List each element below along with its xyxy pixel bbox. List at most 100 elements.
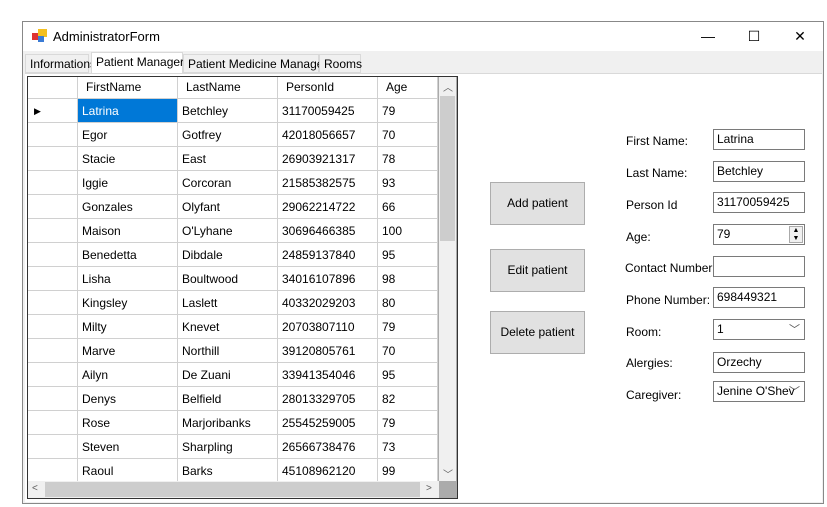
- caregiver-select[interactable]: Jenine O'Shev ﹀: [713, 381, 805, 402]
- table-cell[interactable]: 93: [378, 171, 438, 195]
- delete-patient-button[interactable]: Delete patient: [490, 311, 585, 354]
- table-row[interactable]: Milty Knevet 20703807110 79: [28, 315, 438, 339]
- table-cell[interactable]: 26903921317: [278, 147, 378, 171]
- table-cell[interactable]: 33941354046: [278, 363, 378, 387]
- add-patient-button[interactable]: Add patient: [490, 182, 585, 225]
- scroll-up-icon[interactable]: ︿: [443, 79, 453, 94]
- table-cell[interactable]: 29062214722: [278, 195, 378, 219]
- table-row[interactable]: Kingsley Laslett 40332029203 80: [28, 291, 438, 315]
- vertical-scrollbar[interactable]: ︿ ﹀: [439, 77, 456, 481]
- table-cell[interactable]: Gonzales: [78, 195, 178, 219]
- table-row[interactable]: ▶ Latrina Betchley 31170059425 79: [28, 99, 438, 123]
- column-header-age[interactable]: Age: [378, 77, 438, 99]
- column-header-firstname[interactable]: FirstName: [78, 77, 178, 99]
- table-row[interactable]: Rose Marjoribanks 25545259005 79: [28, 411, 438, 435]
- table-cell[interactable]: 28013329705: [278, 387, 378, 411]
- contact-number-input[interactable]: [713, 256, 805, 277]
- table-cell[interactable]: 100: [378, 219, 438, 243]
- row-header[interactable]: [28, 363, 78, 387]
- table-cell[interactable]: 45108962120: [278, 459, 378, 483]
- table-cell[interactable]: Steven: [78, 435, 178, 459]
- minimize-button[interactable]: —: [685, 22, 731, 51]
- table-cell[interactable]: East: [178, 147, 278, 171]
- table-cell[interactable]: 70: [378, 123, 438, 147]
- table-cell[interactable]: Benedetta: [78, 243, 178, 267]
- chevron-down-icon[interactable]: ﹀: [789, 383, 800, 399]
- table-row[interactable]: Stacie East 26903921317 78: [28, 147, 438, 171]
- maximize-button[interactable]: ☐: [731, 22, 777, 51]
- table-cell[interactable]: 34016107896: [278, 267, 378, 291]
- table-cell[interactable]: Knevet: [178, 315, 278, 339]
- table-cell[interactable]: 26566738476: [278, 435, 378, 459]
- row-header[interactable]: [28, 339, 78, 363]
- close-button[interactable]: ✕: [777, 22, 823, 51]
- room-select[interactable]: 1 ﹀: [713, 319, 805, 340]
- table-cell[interactable]: 78: [378, 147, 438, 171]
- row-header[interactable]: [28, 411, 78, 435]
- table-row[interactable]: Marve Northill 39120805761 70: [28, 339, 438, 363]
- table-cell[interactable]: 66: [378, 195, 438, 219]
- scroll-down-icon[interactable]: ﹀: [443, 466, 453, 481]
- row-header[interactable]: [28, 387, 78, 411]
- table-row[interactable]: Raoul Barks 45108962120 99: [28, 459, 438, 483]
- row-header[interactable]: [28, 435, 78, 459]
- table-cell[interactable]: Northill: [178, 339, 278, 363]
- table-cell[interactable]: De Zuani: [178, 363, 278, 387]
- tab-patient-medicine-manager[interactable]: Patient Medicine Manager: [183, 54, 327, 73]
- table-cell[interactable]: 31170059425: [278, 99, 378, 123]
- scroll-left-icon[interactable]: <: [32, 483, 38, 494]
- row-header[interactable]: [28, 195, 78, 219]
- table-row[interactable]: Gonzales Olyfant 29062214722 66: [28, 195, 438, 219]
- table-cell[interactable]: Laslett: [178, 291, 278, 315]
- table-cell[interactable]: Denys: [78, 387, 178, 411]
- table-cell[interactable]: Boultwood: [178, 267, 278, 291]
- row-header[interactable]: [28, 267, 78, 291]
- table-cell[interactable]: 95: [378, 363, 438, 387]
- row-header[interactable]: [28, 243, 78, 267]
- table-cell[interactable]: Belfield: [178, 387, 278, 411]
- table-cell[interactable]: Raoul: [78, 459, 178, 483]
- row-header[interactable]: [28, 459, 78, 483]
- table-cell[interactable]: 30696466385: [278, 219, 378, 243]
- row-header[interactable]: [28, 219, 78, 243]
- table-row[interactable]: Lisha Boultwood 34016107896 98: [28, 267, 438, 291]
- table-cell[interactable]: 21585382575: [278, 171, 378, 195]
- table-cell[interactable]: 79: [378, 411, 438, 435]
- person-id-input[interactable]: 31170059425: [713, 192, 805, 213]
- table-cell[interactable]: 70: [378, 339, 438, 363]
- table-row[interactable]: Egor Gotfrey 42018056657 70: [28, 123, 438, 147]
- column-header-personid[interactable]: PersonId: [278, 77, 378, 99]
- table-cell[interactable]: Corcoran: [178, 171, 278, 195]
- table-cell[interactable]: Sharpling: [178, 435, 278, 459]
- row-header[interactable]: [28, 123, 78, 147]
- table-cell[interactable]: Marve: [78, 339, 178, 363]
- row-header[interactable]: [28, 315, 78, 339]
- table-cell[interactable]: Latrina: [78, 99, 178, 123]
- tab-patient-manager[interactable]: Patient Manager: [91, 52, 184, 73]
- horizontal-scroll-thumb[interactable]: [45, 482, 420, 497]
- horizontal-scrollbar[interactable]: < >: [28, 481, 439, 498]
- tab-informations[interactable]: Informations: [25, 54, 96, 73]
- table-cell[interactable]: Gotfrey: [178, 123, 278, 147]
- table-cell[interactable]: Milty: [78, 315, 178, 339]
- table-cell[interactable]: Rose: [78, 411, 178, 435]
- table-cell[interactable]: Egor: [78, 123, 178, 147]
- phone-number-input[interactable]: 698449321: [713, 287, 805, 308]
- table-cell[interactable]: Lisha: [78, 267, 178, 291]
- table-cell[interactable]: 24859137840: [278, 243, 378, 267]
- chevron-down-icon[interactable]: ﹀: [789, 321, 800, 337]
- age-stepper[interactable]: 79 ▲ ▼: [713, 224, 805, 245]
- table-cell[interactable]: Stacie: [78, 147, 178, 171]
- table-cell[interactable]: Olyfant: [178, 195, 278, 219]
- vertical-scroll-thumb[interactable]: [440, 96, 455, 241]
- table-cell[interactable]: Maison: [78, 219, 178, 243]
- table-cell[interactable]: 40332029203: [278, 291, 378, 315]
- table-cell[interactable]: Marjoribanks: [178, 411, 278, 435]
- table-cell[interactable]: Kingsley: [78, 291, 178, 315]
- table-cell[interactable]: 39120805761: [278, 339, 378, 363]
- table-cell[interactable]: 25545259005: [278, 411, 378, 435]
- table-row[interactable]: Denys Belfield 28013329705 82: [28, 387, 438, 411]
- table-cell[interactable]: Dibdale: [178, 243, 278, 267]
- last-name-input[interactable]: Betchley: [713, 161, 805, 182]
- table-row[interactable]: Ailyn De Zuani 33941354046 95: [28, 363, 438, 387]
